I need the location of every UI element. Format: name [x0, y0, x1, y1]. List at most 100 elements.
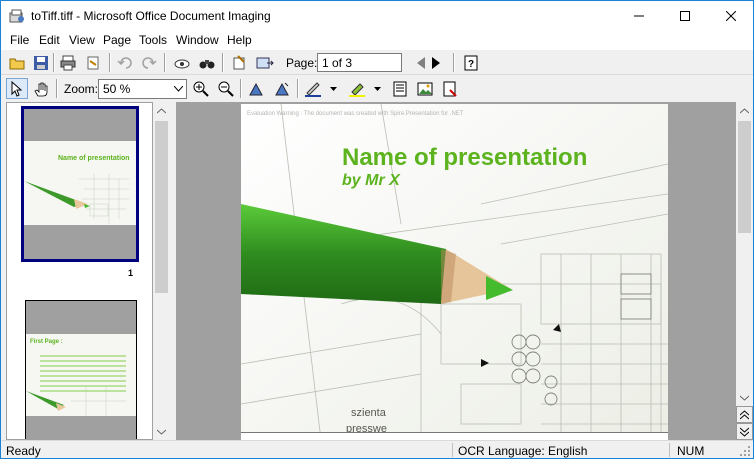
title-bar: toTiff.tiff - Microsoft Office Document … — [1, 1, 753, 31]
maximize-button[interactable] — [662, 1, 708, 31]
minimize-button[interactable] — [616, 1, 662, 31]
status-divider — [452, 443, 453, 457]
rotate-right-button[interactable] — [271, 78, 293, 99]
menu-help[interactable]: Help — [227, 33, 252, 47]
open-folder-icon — [9, 58, 25, 69]
status-divider — [669, 443, 670, 457]
binoculars-icon — [199, 59, 215, 68]
pen-button[interactable] — [302, 78, 324, 99]
toolbar-separator — [240, 79, 242, 98]
rotate-left-icon — [249, 82, 263, 95]
redo-button[interactable] — [138, 52, 160, 73]
double-chevron-down-icon — [740, 427, 749, 437]
text-box-button[interactable] — [389, 78, 411, 99]
save-button[interactable] — [30, 52, 52, 73]
pan-hand-button[interactable] — [31, 78, 53, 99]
thumbnail-1-image — [24, 109, 136, 259]
undo-button[interactable] — [114, 52, 136, 73]
help-button[interactable]: ? — [460, 52, 482, 73]
thumbnail-scrollbar[interactable] — [153, 102, 170, 440]
scroll-up-button[interactable] — [153, 102, 170, 119]
highlighter-dropdown[interactable] — [371, 78, 383, 99]
scroll-thumb[interactable] — [738, 121, 751, 233]
toolbar-separator — [109, 53, 111, 72]
insert-picture-button[interactable] — [414, 78, 436, 99]
menu-window[interactable]: Window — [176, 33, 219, 47]
chevron-down-icon — [170, 80, 186, 98]
triangle-right-icon — [432, 56, 440, 69]
status-num-lock: NUM — [677, 444, 705, 458]
double-chevron-up-icon — [740, 409, 749, 419]
send-to-word-button[interactable] — [229, 52, 251, 73]
menu-file[interactable]: File — [10, 33, 29, 47]
menu-tools[interactable]: Tools — [139, 33, 167, 47]
save-icon — [34, 55, 48, 70]
modi-app-icon — [9, 9, 24, 23]
picture-icon — [417, 82, 433, 95]
page-number-field[interactable]: 1 of 3 — [317, 53, 402, 72]
ocr-eye-icon — [174, 59, 190, 68]
find-button[interactable] — [196, 52, 218, 73]
slide-subtitle: by Mr X — [342, 172, 400, 189]
text-box-icon — [393, 81, 407, 96]
menu-view[interactable]: View — [69, 33, 95, 47]
status-bar: Ready OCR Language: English NUM — [1, 440, 753, 458]
send-image-button[interactable] — [254, 52, 276, 73]
chevron-down-icon — [740, 395, 749, 401]
zoom-dropdown[interactable]: 50 % — [98, 79, 187, 99]
pen-dropdown[interactable] — [327, 78, 339, 99]
thumbnail-1-title: Name of presentation — [58, 155, 130, 162]
zoom-in-button[interactable] — [190, 78, 212, 99]
page-thumbnail-1[interactable]: Name of presentation — [21, 106, 139, 262]
status-ready: Ready — [6, 444, 41, 458]
maximize-icon — [680, 11, 690, 21]
document-view[interactable]: szienta presswe Evaluation Warning : The… — [176, 102, 736, 440]
next-page-button[interactable] — [425, 52, 447, 73]
app-window: toTiff.tiff - Microsoft Office Document … — [0, 0, 754, 459]
rotate-left-button[interactable] — [245, 78, 267, 99]
help-question-icon: ? — [464, 55, 478, 70]
slide-title: Name of presentation — [342, 144, 588, 171]
select-pointer-button[interactable] — [6, 78, 28, 99]
annotation-toolbar: Zoom: 50 % — [1, 76, 753, 101]
zoom-in-icon — [193, 81, 209, 97]
scroll-thumb[interactable] — [155, 121, 168, 293]
highlighter-button[interactable] — [346, 78, 368, 99]
open-button[interactable] — [6, 52, 28, 73]
scroll-up-button[interactable] — [736, 102, 753, 119]
annotation-toggle-button[interactable] — [439, 78, 461, 99]
minimize-icon — [634, 15, 644, 17]
menu-page[interactable]: Page — [103, 33, 131, 47]
annotation-icon — [443, 81, 457, 97]
page-label: Page: — [286, 56, 318, 70]
send-button[interactable] — [82, 52, 104, 73]
close-icon — [726, 11, 736, 21]
view-scrollbar[interactable] — [736, 102, 753, 440]
previous-page-scroll-button[interactable] — [736, 406, 753, 423]
menu-edit[interactable]: Edit — [39, 33, 60, 47]
toolbar-separator — [453, 53, 455, 72]
scroll-down-button[interactable] — [153, 423, 170, 440]
evaluation-warning: Evaluation Warning : The document was cr… — [247, 111, 464, 117]
status-ocr-language: OCR Language: English — [458, 444, 588, 458]
scroll-down-button[interactable] — [736, 389, 753, 406]
thumbnail-pane[interactable]: Name of presentation 1 First Page : — [6, 102, 153, 440]
chevron-up-icon — [740, 107, 749, 113]
redo-icon — [142, 56, 157, 69]
thumbnail-2-title: First Page : — [30, 339, 63, 345]
close-button[interactable] — [708, 1, 753, 31]
zoom-out-button[interactable] — [215, 78, 237, 99]
page-thumbnail-2[interactable]: First Page : — [25, 300, 137, 439]
toolbar-separator — [53, 53, 55, 72]
page-image: szienta presswe Evaluation Warning : The… — [241, 104, 668, 440]
send-image-icon — [256, 57, 274, 68]
recognize-text-button[interactable] — [171, 52, 193, 73]
standard-toolbar: Page: 1 of 3 ? — [1, 50, 753, 75]
thumbnail-1-number: 1 — [128, 268, 134, 278]
print-button[interactable] — [57, 52, 79, 73]
chevron-up-icon — [157, 107, 166, 113]
next-page-scroll-button[interactable] — [736, 423, 753, 440]
resize-grip-icon[interactable] — [739, 445, 751, 457]
hand-icon — [34, 82, 48, 96]
rotate-right-icon — [275, 82, 289, 95]
